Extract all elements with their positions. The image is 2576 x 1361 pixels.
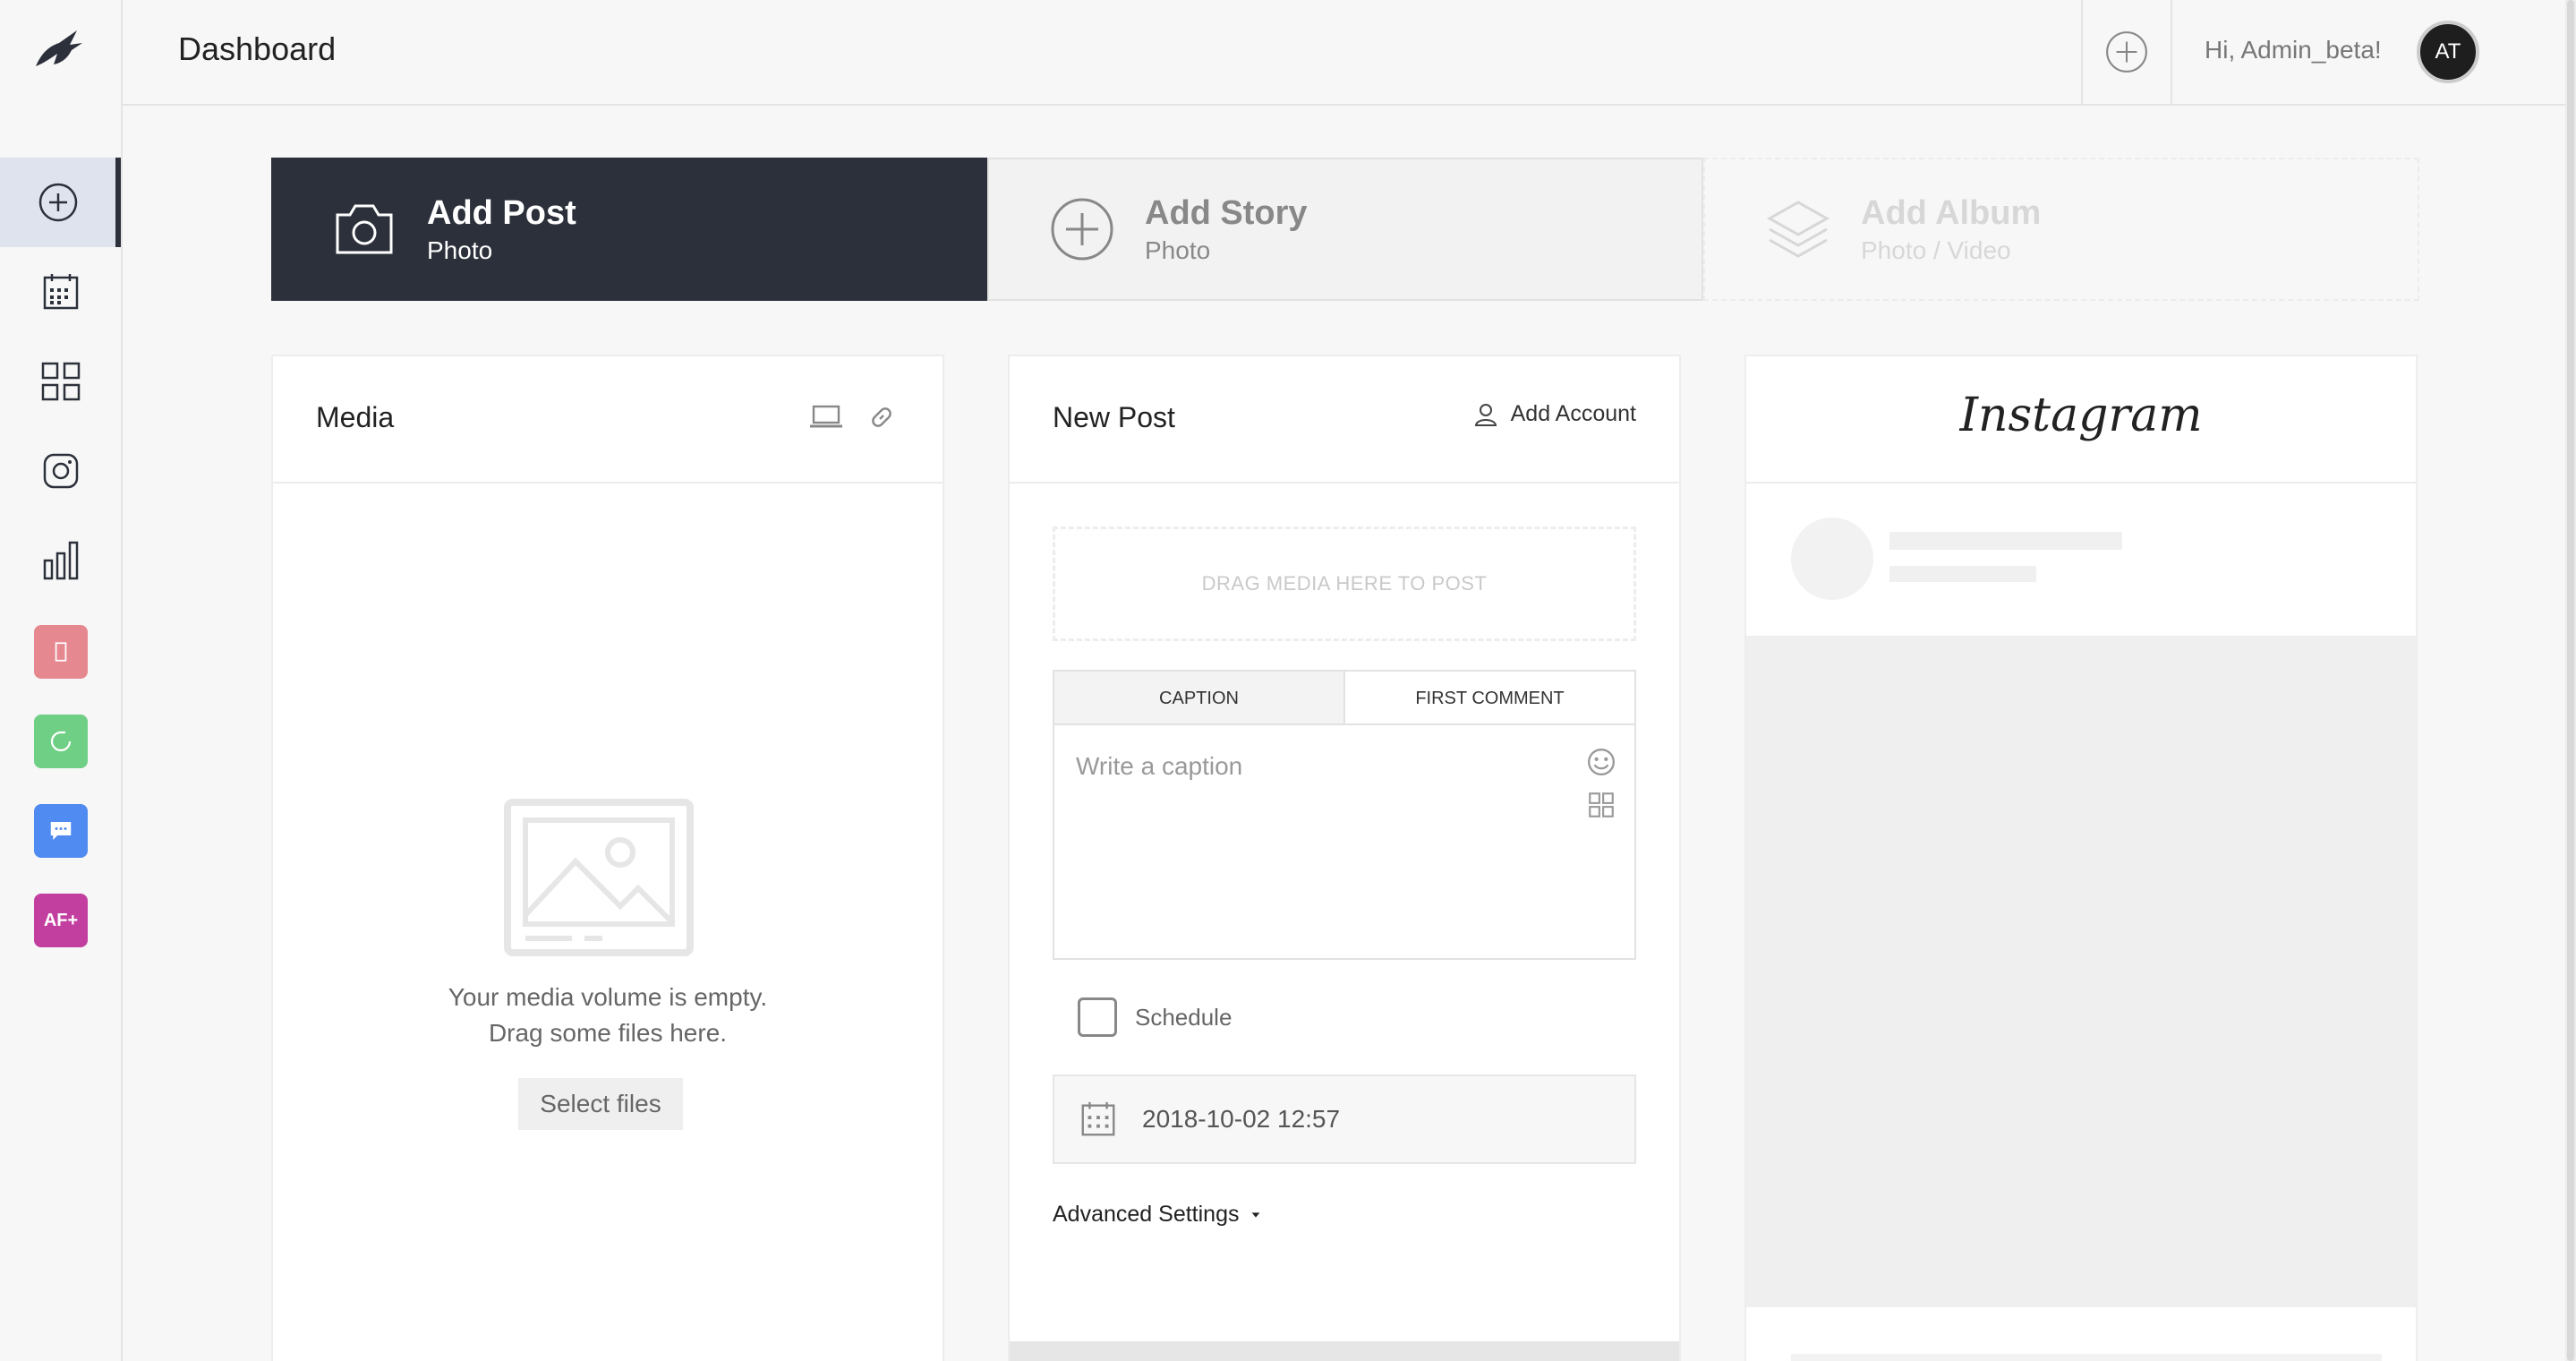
media-panel-header: Media xyxy=(273,356,943,484)
add-story-subtitle: Photo xyxy=(1145,235,1211,264)
layers-icon xyxy=(1766,201,1830,258)
plus-circle-icon xyxy=(1051,198,1113,261)
schedule-date-input[interactable]: 2018-10-02 12:57 xyxy=(1053,1074,1636,1164)
new-post-panel: New Post Add Account DRAG MEDIA HERE TO … xyxy=(1008,355,1681,1361)
chat-icon xyxy=(50,822,72,840)
instagram-preview-panel: Instagram xyxy=(1744,355,2418,1361)
calendar-icon xyxy=(1081,1101,1115,1136)
sidebar-item-instagram[interactable] xyxy=(0,426,121,516)
schedule-date-value: 2018-10-02 12:57 xyxy=(1142,1105,1341,1133)
add-story-tab[interactable]: Add Story Photo xyxy=(987,158,1703,301)
grid-icon xyxy=(41,362,80,401)
add-story-title: Add Story xyxy=(1145,193,1308,232)
laptop-icon[interactable] xyxy=(808,403,844,432)
app-af-tile[interactable]: AF+ xyxy=(34,894,88,947)
link-icon[interactable] xyxy=(867,403,896,432)
preview-user-row xyxy=(1746,484,2416,634)
calendar-icon xyxy=(43,274,78,310)
grid-icon[interactable] xyxy=(1586,790,1616,820)
header-add-button[interactable] xyxy=(2081,0,2172,104)
app-story-tile[interactable] xyxy=(34,625,88,679)
sidebar-item-add[interactable] xyxy=(0,158,121,247)
emoji-icon[interactable] xyxy=(1586,747,1616,777)
advanced-settings-label: Advanced Settings xyxy=(1053,1202,1240,1227)
caption-placeholder: Write a caption xyxy=(1076,752,1243,780)
schedule-option[interactable]: Schedule xyxy=(1078,997,1232,1037)
add-album-title: Add Album xyxy=(1861,193,2042,232)
preview-caption-placeholder xyxy=(1791,1354,2382,1361)
tab-caption[interactable]: CAPTION xyxy=(1054,672,1345,725)
page-title: Dashboard xyxy=(178,30,337,67)
page-scrollbar[interactable] xyxy=(2565,0,2576,1361)
new-post-footer xyxy=(1010,1341,1679,1361)
plus-circle-icon xyxy=(2106,31,2147,73)
add-icon xyxy=(38,183,77,222)
caption-textarea[interactable]: Write a caption xyxy=(1053,723,1636,960)
schedule-checkbox[interactable] xyxy=(1078,997,1117,1037)
app-af-label: AF+ xyxy=(43,910,79,930)
add-account-button[interactable]: Add Account xyxy=(1473,401,1636,427)
image-placeholder-icon xyxy=(504,799,694,956)
schedule-label: Schedule xyxy=(1135,1003,1233,1031)
avatar-initials: AT xyxy=(2435,39,2461,64)
top-header: Dashboard Hi, Admin_beta! AT xyxy=(123,0,2576,106)
media-empty-line1: Your media volume is empty. xyxy=(448,983,768,1011)
media-title: Media xyxy=(316,401,395,433)
preview-location-placeholder xyxy=(1889,566,2036,582)
sidebar: AF+ xyxy=(0,0,123,1361)
instagram-icon xyxy=(43,453,78,489)
camera-icon xyxy=(336,204,393,254)
preview-avatar-placeholder xyxy=(1791,518,1873,600)
new-post-title: New Post xyxy=(1053,401,1175,433)
select-files-button[interactable]: Select files xyxy=(518,1078,683,1130)
app-chat-tile[interactable] xyxy=(34,804,88,858)
new-post-header: New Post Add Account xyxy=(1010,356,1679,484)
caret-down-icon xyxy=(1252,1211,1260,1218)
add-account-label: Add Account xyxy=(1510,401,1636,426)
caption-tabs: CAPTION FIRST COMMENT xyxy=(1053,670,1636,725)
add-post-title: Add Post xyxy=(427,193,576,232)
add-post-tab[interactable]: Add Post Photo xyxy=(271,158,987,301)
scrollbar-thumb[interactable] xyxy=(2567,0,2574,1361)
preview-image-placeholder xyxy=(1746,636,2416,1307)
sidebar-item-analytics[interactable] xyxy=(0,516,121,605)
app-refresh-tile[interactable] xyxy=(34,715,88,768)
add-album-tab[interactable]: Add Album Photo / Video xyxy=(1703,158,2419,301)
bar-chart-icon xyxy=(43,541,78,580)
unicorn-logo-icon[interactable] xyxy=(32,27,86,72)
add-post-subtitle: Photo xyxy=(427,235,493,264)
preview-username-placeholder xyxy=(1889,532,2122,550)
user-greeting: Hi, Admin_beta! xyxy=(2205,36,2382,64)
user-icon xyxy=(1474,403,1497,426)
preview-header: Instagram xyxy=(1746,356,2416,484)
tab-first-comment[interactable]: FIRST COMMENT xyxy=(1345,672,1634,725)
media-dropzone[interactable]: DRAG MEDIA HERE TO POST xyxy=(1053,526,1636,641)
media-panel: Media Your media volume is empty. Drag s… xyxy=(271,355,944,1361)
story-icon xyxy=(55,642,67,662)
advanced-settings-toggle[interactable]: Advanced Settings xyxy=(1053,1202,1262,1228)
sidebar-item-grid[interactable] xyxy=(0,337,121,426)
add-album-subtitle: Photo / Video xyxy=(1861,235,2011,264)
media-empty-message: Your media volume is empty. Drag some fi… xyxy=(273,980,943,1051)
sidebar-item-calendar[interactable] xyxy=(0,247,121,337)
avatar[interactable]: AT xyxy=(2417,21,2479,83)
instagram-logo: Instagram xyxy=(1959,389,2203,442)
media-empty-line2: Drag some files here. xyxy=(488,1019,728,1047)
refresh-icon xyxy=(50,731,72,752)
